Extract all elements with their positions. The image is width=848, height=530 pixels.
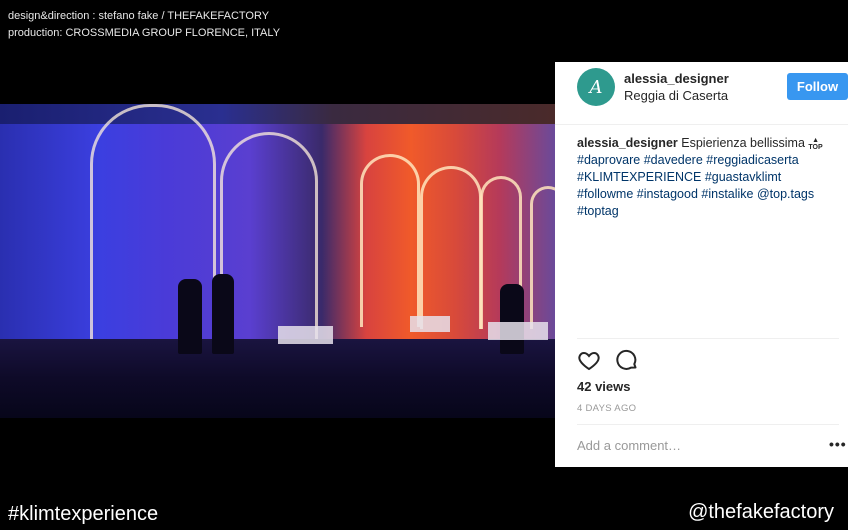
caption-hashtags[interactable]: #followme #instagood #instalike @top.tag… <box>577 187 814 201</box>
footer-handle: @thefakefactory <box>688 501 834 523</box>
footer-hashtag: #klimtexperience <box>8 503 159 525</box>
person-silhouette <box>212 274 234 354</box>
bench <box>278 326 333 344</box>
divider <box>577 338 839 339</box>
caption-hashtags[interactable]: #toptag <box>577 204 619 218</box>
video-player[interactable] <box>0 104 555 418</box>
post-header: A alessia_designer Reggia di Caserta Fol… <box>555 62 848 125</box>
person-silhouette <box>500 284 524 354</box>
bench <box>410 316 450 332</box>
comment-input[interactable]: Add a comment… <box>577 438 681 453</box>
credits-direction: design&direction : stefano fake / THEFAK… <box>8 10 270 22</box>
caption-username[interactable]: alessia_designer <box>577 136 678 150</box>
avatar[interactable]: A <box>577 68 615 106</box>
heart-icon[interactable] <box>577 348 601 372</box>
bench <box>488 322 548 340</box>
post-timestamp[interactable]: 4 DAYS AGO <box>577 403 636 414</box>
caption-text: Espierienza bellissima <box>681 136 805 150</box>
divider <box>577 424 839 425</box>
post-location[interactable]: Reggia di Caserta <box>624 88 728 103</box>
top-emoji-icon: ▲ TOP <box>808 136 823 151</box>
avatar-logo-icon: A <box>589 76 603 98</box>
credits-production: production: CROSSMEDIA GROUP FLORENCE, I… <box>8 27 281 39</box>
arch <box>530 186 555 329</box>
more-options-icon[interactable]: ••• <box>829 436 847 452</box>
instagram-post: A alessia_designer Reggia di Caserta Fol… <box>555 62 848 467</box>
view-count[interactable]: 42 views <box>577 379 631 394</box>
video-ceiling <box>0 104 555 124</box>
arch <box>220 132 318 345</box>
caption-hashtags[interactable]: #KLIMTEXPERIENCE #guastavklimt <box>577 170 781 184</box>
arch <box>420 166 482 329</box>
video-floor <box>0 339 555 418</box>
comment-icon[interactable] <box>615 348 639 372</box>
arch <box>360 154 420 327</box>
post-caption: alessia_designer Espierienza bellissima … <box>577 135 839 220</box>
credits: design&direction : stefano fake / THEFAK… <box>8 8 280 42</box>
post-username[interactable]: alessia_designer <box>624 71 729 86</box>
person-silhouette <box>178 279 202 354</box>
caption-hashtags[interactable]: #daprovare #davedere #reggiadicaserta <box>577 153 799 167</box>
follow-button[interactable]: Follow <box>787 73 848 100</box>
